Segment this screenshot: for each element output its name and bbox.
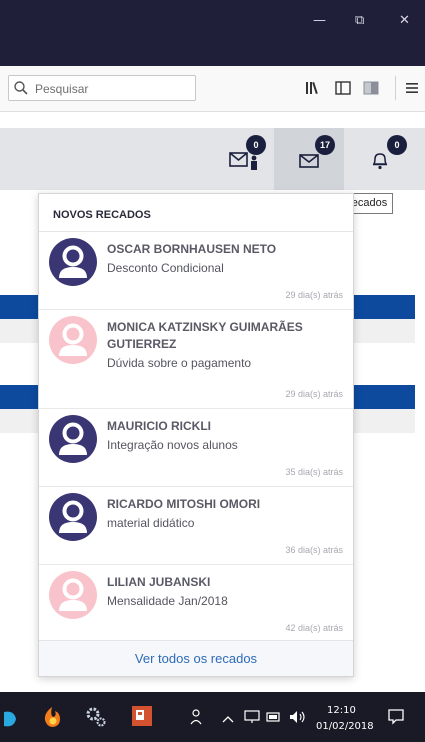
avatar [49, 493, 97, 541]
network-icon[interactable] [244, 710, 260, 724]
menu-icon[interactable] [403, 79, 421, 97]
dropdown-header: NOVOS RECADOS [39, 194, 353, 232]
firefox-icon[interactable] [42, 705, 62, 729]
avatar [49, 571, 97, 619]
user-avatar-icon [59, 422, 87, 455]
view-all-messages-link[interactable]: Ver todos os recados [39, 640, 353, 676]
settings-icon[interactable] [85, 706, 107, 728]
sidebar-icon[interactable] [334, 79, 352, 97]
message-sender: RICARDO MITOSHI OMORI [107, 497, 261, 511]
message-sender: OSCAR BORNHAUSEN NETO [107, 242, 277, 256]
toolbar-separator [395, 76, 396, 100]
search-input[interactable] [35, 80, 191, 98]
window-titlebar: — ⧉ ✕ [0, 0, 425, 66]
browser-toolbar [0, 66, 425, 112]
volume-icon[interactable] [289, 710, 307, 724]
message-time: 42 dia(s) atrás [285, 623, 343, 633]
message-item[interactable]: MONICA KATZINSKY GUIMARÃES GUTIERREZ Dúvi… [39, 310, 353, 409]
user-avatar-icon [59, 245, 87, 278]
battery-icon[interactable] [266, 711, 282, 723]
avatar [49, 316, 97, 364]
clock-date[interactable]: 01/02/2018 [316, 721, 374, 732]
app-icon[interactable] [4, 710, 16, 728]
message-time: 29 dia(s) atrás [285, 290, 343, 300]
message-subject: Integração novos alunos [107, 438, 238, 452]
notifications-badge: 0 [387, 135, 407, 155]
clock-time[interactable]: 12:10 [327, 705, 356, 716]
library-icon[interactable] [304, 79, 322, 97]
messages-badge: 17 [315, 135, 335, 155]
messages-dropdown: NOVOS RECADOS OSCAR BORNHAUSEN NETO Desco… [38, 193, 354, 677]
envelope-icon [299, 154, 319, 168]
message-subject: material didático [107, 516, 195, 530]
user-avatar-icon [59, 323, 87, 356]
avatar [49, 238, 97, 286]
bell-icon [372, 153, 388, 170]
powerpoint-icon[interactable] [131, 705, 153, 727]
messages-nav-button[interactable]: 17 [274, 128, 344, 190]
message-sender: MONICA KATZINSKY GUIMARÃES GUTIERREZ [107, 320, 303, 351]
close-button[interactable]: ✕ [399, 14, 410, 28]
chevron-up-icon[interactable] [221, 714, 235, 724]
message-item[interactable]: RICARDO MITOSHI OMORI material didático 36… [39, 487, 353, 565]
restore-button[interactable]: ⧉ [355, 14, 364, 28]
messages-list: OSCAR BORNHAUSEN NETO Desconto Condiciona… [39, 232, 353, 643]
message-time: 36 dia(s) atrás [285, 545, 343, 555]
message-subject: Desconto Condicional [107, 261, 224, 275]
message-sender: LILIAN JUBANSKI [107, 575, 211, 589]
search-icon [14, 81, 28, 95]
user-avatar-icon [59, 500, 87, 533]
message-subject: Dúvida sobre o pagamento [107, 356, 252, 370]
message-sender: MAURICIO RICKLI [107, 419, 211, 433]
taskbar: 12:10 01/02/2018 [0, 692, 425, 742]
message-item[interactable]: LILIAN JUBANSKI Mensalidade Jan/2018 42 di… [39, 565, 353, 643]
minimize-button[interactable]: — [313, 14, 326, 28]
notification-center-icon[interactable] [387, 708, 405, 726]
user-avatar-icon [59, 578, 87, 611]
message-item[interactable]: MAURICIO RICKLI Integração novos alunos 35… [39, 409, 353, 487]
requests-nav-button[interactable]: 0 [222, 128, 272, 190]
notifications-nav-button[interactable]: 0 [360, 128, 410, 190]
people-icon[interactable] [190, 708, 206, 726]
message-time: 29 dia(s) atrás [285, 389, 343, 399]
message-time: 35 dia(s) atrás [285, 467, 343, 477]
reader-icon[interactable] [362, 79, 380, 97]
requests-badge: 0 [246, 135, 266, 155]
search-box[interactable] [8, 75, 196, 101]
avatar [49, 415, 97, 463]
message-item[interactable]: OSCAR BORNHAUSEN NETO Desconto Condiciona… [39, 232, 353, 310]
message-subject: Mensalidade Jan/2018 [107, 594, 228, 608]
